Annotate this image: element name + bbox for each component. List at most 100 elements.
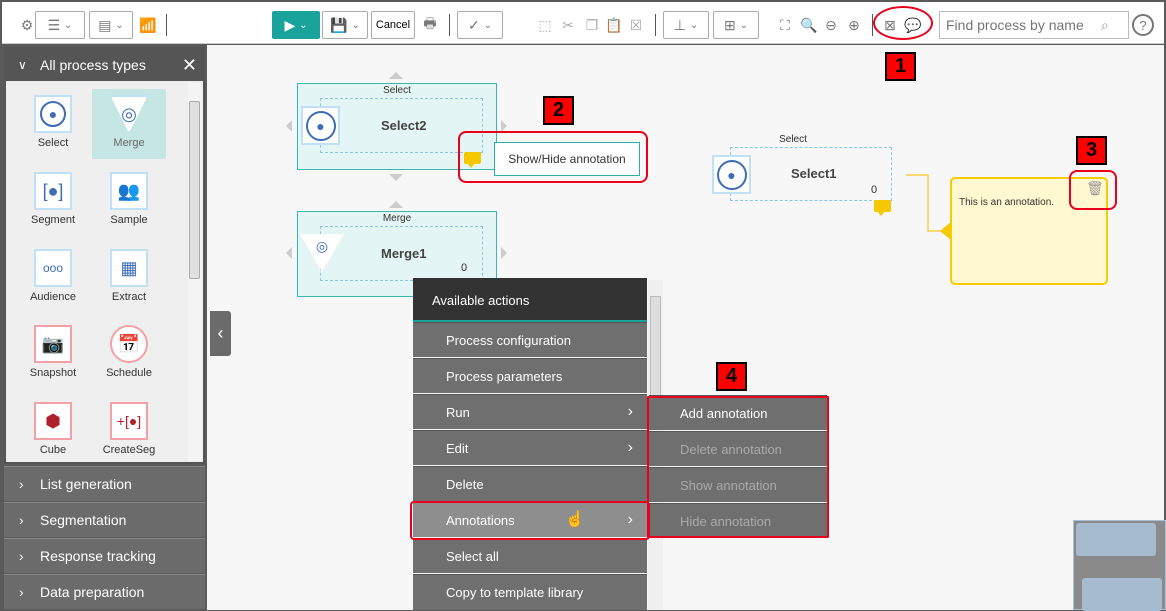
palette-item-select[interactable]: ● Select	[16, 89, 90, 159]
palette-item-snapshot[interactable]: 📷 Snapshot	[16, 319, 90, 389]
overview-minimap[interactable]	[1073, 520, 1166, 611]
align-icon: ⊥	[673, 16, 686, 33]
node-count: 0	[461, 262, 468, 274]
palette-item-cube[interactable]: ⬢ Cube	[16, 396, 90, 466]
toolbar: ⚙ ☰ ⌄ ▤ ⌄ 📶 ▶ ⌄ 💾 ⌄ Cancel 🖶 ✓ ⌄ ⬚ ✂ ❐ 📋…	[2, 2, 1164, 44]
palette-header[interactable]: ∨ All process types ✕	[6, 49, 203, 81]
layout-dropdown[interactable]: ⊞ ⌄	[713, 11, 759, 39]
move-up-arrow[interactable]	[389, 201, 403, 208]
palette-item-audience[interactable]: ooo Audience	[16, 243, 90, 313]
validate-dropdown[interactable]: ✓ ⌄	[457, 11, 503, 39]
palette-item-label: CreateSeg	[102, 444, 156, 456]
cancel-button[interactable]: Cancel	[371, 11, 415, 39]
chevron-down-icon: ⌄	[351, 19, 360, 31]
run-button[interactable]: ▶ ⌄	[272, 11, 320, 39]
move-right-arrow[interactable]	[501, 247, 507, 259]
layout-icon: ⊞	[723, 16, 736, 33]
annotation-toggle-icon[interactable]	[874, 200, 891, 216]
node-title: Merge1	[381, 246, 427, 261]
close-icon[interactable]: ✕	[182, 55, 197, 76]
scrollbar-thumb[interactable]	[189, 101, 200, 279]
align-dropdown[interactable]: ⊥ ⌄	[663, 11, 709, 39]
help-icon[interactable]: ?	[1132, 14, 1154, 36]
document-dropdown[interactable]: ▤ ⌄	[89, 11, 133, 39]
palette-item-label: Sample	[110, 214, 148, 226]
palette-item-label: Audience	[30, 291, 76, 303]
list-view-dropdown[interactable]: ☰ ⌄	[35, 11, 85, 39]
palette-item-label: Snapshot	[29, 367, 77, 379]
accordion-data-preparation[interactable]: › Data preparation	[4, 574, 205, 609]
menu-item-copy-to-template-library[interactable]: Copy to template library	[413, 574, 647, 610]
accordion-list-generation[interactable]: › List generation	[4, 466, 205, 501]
schedule-icon: 📅	[110, 325, 148, 363]
paste-icon[interactable]: 📋	[604, 11, 624, 39]
node-type-label: Merge	[382, 213, 412, 224]
scrollbar-thumb[interactable]	[650, 296, 661, 396]
menu-item-select-all[interactable]: Select all	[413, 538, 647, 573]
search-field[interactable]: ⌕	[939, 11, 1129, 39]
separator	[449, 14, 450, 36]
accordion-label: Data preparation	[40, 584, 145, 600]
chart-icon[interactable]: 📶	[137, 11, 159, 39]
menu-label: Edit	[446, 440, 469, 456]
accordion-response-tracking[interactable]: › Response tracking	[4, 538, 205, 573]
delete-box-icon[interactable]: ☒	[626, 11, 646, 39]
search-input[interactable]	[946, 17, 1101, 33]
node-count: 0	[871, 184, 878, 196]
palette-item-sample[interactable]: 👥 Sample	[92, 166, 166, 236]
chevron-down-icon: ⌄	[483, 19, 492, 31]
menu-item-run[interactable]: Run ›	[413, 394, 647, 429]
palette-item-extract[interactable]: ▦ Extract	[92, 243, 166, 313]
separator	[655, 14, 656, 36]
fit-to-screen-icon[interactable]: ⛶	[774, 11, 796, 39]
palette-item-label: Segment	[30, 214, 76, 226]
menu-item-process-configuration[interactable]: Process configuration	[413, 322, 647, 357]
zoom-100-icon[interactable]: 🔍	[798, 11, 820, 39]
copy-icon[interactable]: ❐	[582, 11, 602, 39]
move-down-arrow[interactable]	[389, 174, 403, 181]
cut-icon[interactable]: ✂	[558, 11, 578, 39]
merge-icon: ◎	[110, 95, 148, 133]
document-icon: ▤	[98, 16, 112, 33]
sample-icon: 👥	[110, 172, 148, 210]
callout-box	[647, 396, 829, 538]
annotation-text: This is an annotation.	[959, 197, 1055, 208]
chevron-right-icon: ›	[19, 584, 24, 600]
zoom-in-icon[interactable]: ⊕	[843, 11, 865, 39]
chevron-right-icon: ›	[19, 512, 24, 528]
palette-item-merge[interactable]: ◎ Merge	[92, 89, 166, 159]
save-dropdown[interactable]: 💾 ⌄	[322, 11, 368, 39]
node-type-label: Select	[779, 134, 807, 145]
segment-icon: [●]	[34, 172, 72, 210]
palette-item-segment[interactable]: [●] Segment	[16, 166, 90, 236]
chevron-down-icon: ⌄	[115, 19, 124, 31]
accordion-segmentation[interactable]: › Segmentation	[4, 502, 205, 537]
collapse-panel-button[interactable]: ‹	[210, 311, 231, 356]
chevron-down-icon: ⌄	[739, 19, 748, 31]
zoom-out-icon[interactable]: ⊖	[820, 11, 842, 39]
move-left-arrow[interactable]	[286, 120, 292, 132]
search-icon[interactable]: ⌕	[1101, 17, 1109, 34]
chevron-right-icon: ›	[19, 548, 24, 564]
select-area-icon[interactable]: ⬚	[535, 11, 555, 39]
menu-item-process-parameters[interactable]: Process parameters	[413, 358, 647, 393]
chevron-right-icon: ›	[627, 403, 633, 420]
menu-label: Copy to template library	[446, 585, 584, 600]
palette-item-schedule[interactable]: 📅 Schedule	[92, 319, 166, 389]
select-icon: ●	[301, 106, 340, 145]
check-icon: ✓	[467, 16, 480, 33]
minimap-viewport[interactable]	[1082, 578, 1162, 611]
menu-label: Run	[446, 404, 470, 420]
print-icon[interactable]: 🖶	[418, 11, 442, 39]
palette-title: All process types	[40, 57, 146, 73]
menu-label: Process parameters	[446, 368, 563, 384]
chevron-down-icon: ⌄	[689, 19, 699, 31]
menu-item-delete[interactable]: Delete	[413, 466, 647, 501]
process-node-select1[interactable]: Select ● Select1 0	[710, 133, 895, 216]
callout-number: 3	[1076, 136, 1107, 165]
move-up-arrow[interactable]	[389, 72, 403, 79]
menu-item-edit[interactable]: Edit ›	[413, 430, 647, 465]
move-left-arrow[interactable]	[286, 247, 292, 259]
palette-item-createseg[interactable]: +[●] CreateSeg	[92, 396, 166, 466]
palette-scrollbar[interactable]	[188, 83, 201, 461]
